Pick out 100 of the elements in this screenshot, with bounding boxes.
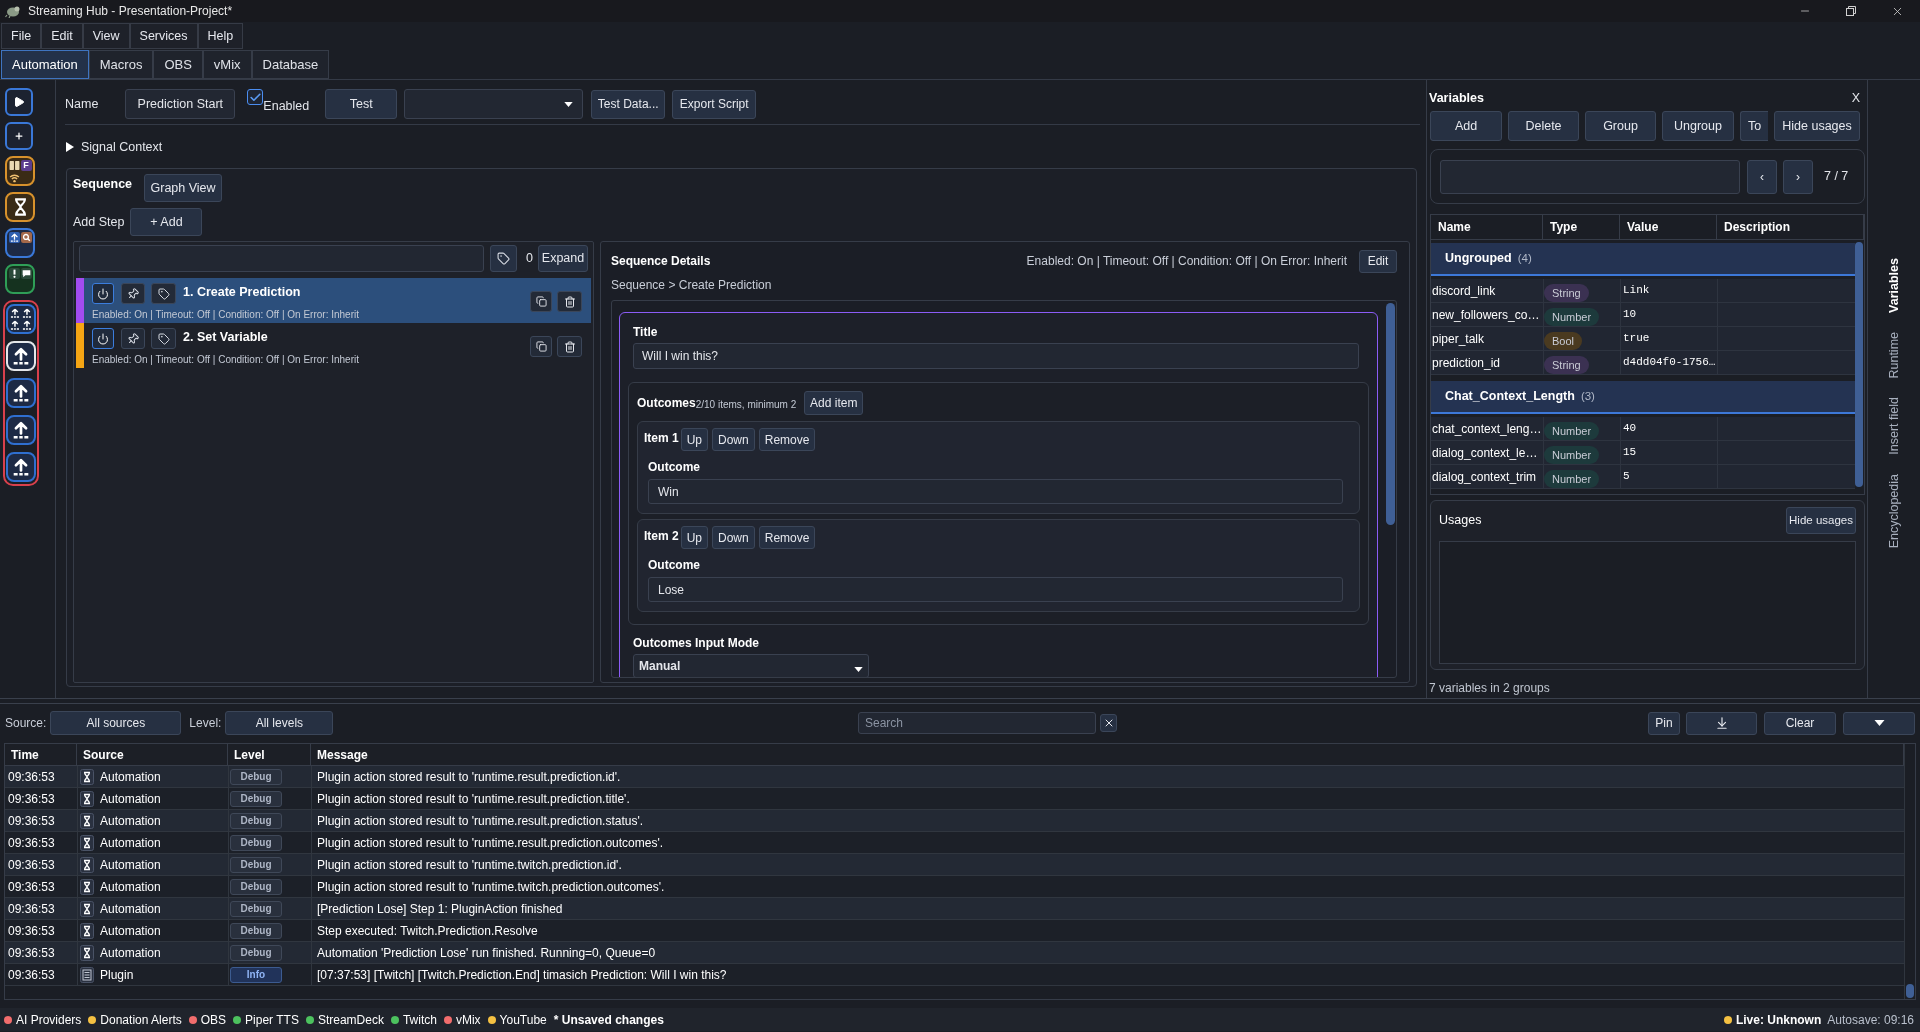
pin-button[interactable]: [121, 328, 145, 349]
delete-button[interactable]: [557, 336, 582, 357]
launcher-button[interactable]: F: [5, 156, 35, 186]
input-mode-dropdown[interactable]: Manual: [633, 654, 869, 677]
title-input[interactable]: Will I win this?: [633, 343, 1359, 369]
variable-row[interactable]: chat_context_leng… Number 40: [1431, 417, 1855, 441]
menu-item[interactable]: Edit: [41, 23, 83, 49]
menu-item[interactable]: View: [82, 23, 130, 49]
duplicate-button[interactable]: [530, 336, 552, 357]
search-field[interactable]: [79, 245, 485, 272]
log-level: Debug: [230, 790, 282, 807]
add-step-button[interactable]: + Add: [130, 208, 203, 236]
group-header[interactable]: Chat_Context_Length (3): [1431, 381, 1855, 414]
variable-row[interactable]: dialog_context_trim Number 5: [1431, 465, 1855, 489]
variables-toolbar-button[interactable]: Hide usages: [1774, 111, 1860, 141]
service-name: AI Providers: [16, 1011, 82, 1029]
launcher-button[interactable]: [5, 192, 35, 222]
step-status: Enabled: On | Timeout: Off | Condition: Off | On Error: Inherit: [1026, 253, 1347, 270]
enabled-checkbox[interactable]: [247, 89, 264, 105]
variable-row[interactable]: prediction_id String d4dd04f0-1756…: [1431, 351, 1855, 375]
expand-button[interactable]: Expand: [538, 245, 588, 272]
launcher-button[interactable]: [5, 122, 33, 150]
menu-item[interactable]: File: [1, 23, 42, 49]
outcome-input[interactable]: Win: [648, 479, 1343, 504]
tab[interactable]: Automation: [1, 50, 89, 79]
launcher-button[interactable]: [5, 88, 33, 116]
download-button[interactable]: [1686, 711, 1757, 735]
log-time: 09:36:53: [7, 922, 56, 940]
variable-row[interactable]: discord_link String Link: [1431, 279, 1855, 303]
power-button[interactable]: [92, 283, 114, 304]
next-button[interactable]: ›: [1783, 159, 1813, 194]
hide-usages-button[interactable]: Hide usages: [1786, 507, 1856, 534]
add-item-button[interactable]: Add item: [804, 391, 864, 415]
signal-context-toggle[interactable]: Signal Context: [66, 137, 163, 157]
scrollbar-thumb[interactable]: [1386, 303, 1395, 525]
variables-toolbar-button[interactable]: Group: [1585, 111, 1656, 141]
power-button[interactable]: [92, 328, 114, 349]
search-field[interactable]: [1440, 159, 1740, 194]
variables-toolbar-button[interactable]: Delete: [1508, 111, 1579, 141]
menu-item[interactable]: Help: [197, 23, 244, 49]
item-action-button[interactable]: Remove: [758, 428, 816, 451]
field-label: Outcomes: [637, 395, 696, 411]
menu-item[interactable]: Services: [129, 23, 198, 49]
close-button[interactable]: X: [1851, 88, 1860, 108]
tab[interactable]: OBS: [153, 50, 203, 79]
variable-row[interactable]: dialog_context_le… Number 15: [1431, 441, 1855, 465]
toolbar-button[interactable]: Export Script: [672, 89, 757, 119]
level-filter-dropdown[interactable]: All levels: [225, 711, 334, 735]
pin-button[interactable]: Pin: [1648, 711, 1680, 735]
restore-icon: [1846, 6, 1856, 16]
duplicate-button[interactable]: [530, 291, 552, 312]
group-header[interactable]: Ungrouped (4): [1431, 243, 1855, 276]
launcher-button[interactable]: [6, 415, 36, 445]
tab[interactable]: Database: [251, 50, 330, 79]
scrollbar-thumb[interactable]: [1855, 242, 1863, 487]
tab[interactable]: vMix: [202, 50, 252, 79]
step-row[interactable]: 2. Set Variable Enabled: On | Timeout: Off | Condition: Off | On Error: Inherit: [76, 323, 591, 368]
tag-button[interactable]: [151, 328, 176, 349]
item-action-button[interactable]: Down: [712, 428, 755, 451]
side-tab[interactable]: Insert field: [1884, 397, 1904, 456]
launcher-button[interactable]: [6, 378, 36, 408]
previous-button[interactable]: ‹: [1747, 159, 1777, 194]
item-action-button[interactable]: Down: [712, 526, 755, 549]
clear-button[interactable]: Clear: [1764, 711, 1836, 735]
log-search-field[interactable]: Search: [858, 712, 1096, 734]
variables-toolbar-button[interactable]: Ungroup: [1662, 111, 1734, 141]
side-tab[interactable]: Encyclopedia: [1884, 474, 1904, 549]
log-message: Plugin action stored result to 'runtime.result.prediction.outcomes'.: [311, 832, 1904, 853]
item-action-button[interactable]: Up: [680, 428, 709, 451]
item-action-button[interactable]: Up: [680, 526, 709, 549]
delete-button[interactable]: [557, 291, 582, 312]
launcher-button[interactable]: [6, 452, 36, 482]
source-filter-dropdown[interactable]: All sources: [50, 711, 182, 735]
launcher-button[interactable]: [5, 228, 35, 258]
launcher-button[interactable]: [6, 304, 36, 334]
variable-row[interactable]: new_followers_co… Number 10: [1431, 303, 1855, 327]
unsaved-indicator: * Unsaved changes: [553, 1011, 664, 1029]
variable-name: dialog_context_trim: [1431, 468, 1538, 486]
launcher-button[interactable]: [5, 264, 35, 294]
tag-filter-button[interactable]: [490, 245, 518, 272]
test-button[interactable]: Test: [325, 89, 398, 119]
graph-view-button[interactable]: Graph View: [144, 174, 223, 202]
pin-button[interactable]: [121, 283, 145, 304]
item-action-button[interactable]: Remove: [758, 526, 816, 549]
variable-value: 5: [1620, 465, 1717, 488]
clear-search-button[interactable]: [1100, 714, 1117, 732]
step-row[interactable]: 1. Create Prediction Enabled: On | Timeout: Off | Condition: Off | On Error: Inherit: [76, 278, 591, 323]
variables-toolbar-button[interactable]: Add: [1430, 111, 1502, 141]
edit-button[interactable]: Edit: [1359, 249, 1397, 273]
side-tab[interactable]: Variables: [1884, 258, 1904, 313]
toolbar-button[interactable]: Test Data...: [591, 89, 666, 119]
name-field[interactable]: Prediction Start: [125, 89, 236, 119]
tag-button[interactable]: [151, 283, 176, 304]
outcome-input[interactable]: Lose: [648, 577, 1343, 602]
side-tab[interactable]: Runtime: [1884, 331, 1904, 379]
tab[interactable]: Macros: [88, 50, 154, 79]
variables-toolbar-button[interactable]: To: [1740, 111, 1768, 141]
variable-name: new_followers_co…: [1431, 306, 1541, 324]
scrollbar-thumb[interactable]: [1906, 984, 1914, 998]
variable-row[interactable]: piper_talk Bool true: [1431, 327, 1855, 351]
